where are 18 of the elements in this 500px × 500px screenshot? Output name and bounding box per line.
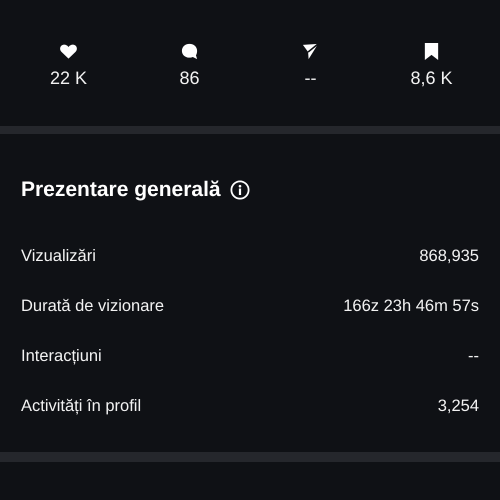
metric-value: 3,254 xyxy=(438,396,479,416)
metric-label: Vizualizări xyxy=(21,246,96,266)
stat-value: 86 xyxy=(179,68,200,88)
stat-value: 8,6 K xyxy=(410,68,453,88)
metric-value: 868,935 xyxy=(419,246,479,266)
heart-icon xyxy=(59,42,78,61)
stat-value: -- xyxy=(304,68,316,88)
metric-value: -- xyxy=(468,346,479,366)
metric-label: Durată de vizionare xyxy=(21,296,164,316)
metric-label: Activități în profil xyxy=(21,396,142,416)
stat-value: 22 K xyxy=(50,68,88,88)
chat-bubble-icon xyxy=(180,42,199,61)
metric-value: 166z 23h 46m 57s xyxy=(343,296,479,316)
section-title: Prezentare generală xyxy=(21,178,221,202)
info-icon[interactable] xyxy=(230,180,250,200)
paper-plane-icon xyxy=(301,42,320,61)
metric-label: Interacțiuni xyxy=(21,346,102,366)
bookmark-icon xyxy=(422,42,441,61)
